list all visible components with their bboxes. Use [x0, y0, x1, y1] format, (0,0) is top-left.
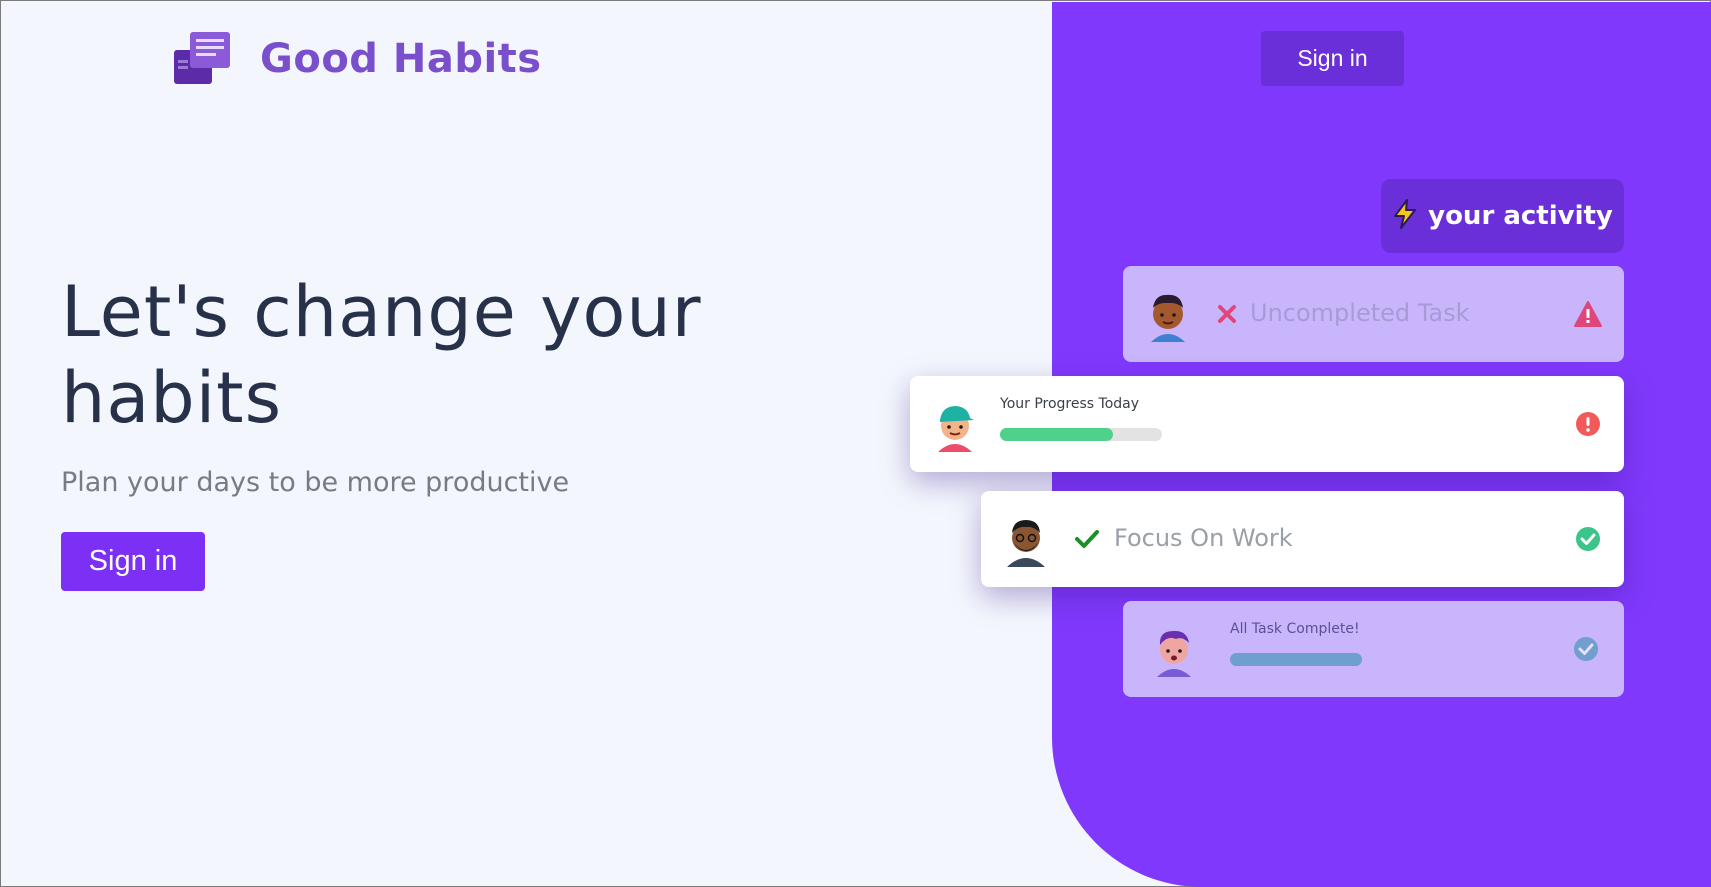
header-signin-button[interactable]: Sign in	[1261, 31, 1404, 86]
avatar	[1149, 621, 1199, 679]
lightning-bolt-icon	[1392, 198, 1418, 234]
avatar	[930, 396, 980, 454]
all-task-complete-card: All Task Complete!	[1123, 601, 1624, 697]
avatar	[1143, 286, 1193, 344]
progress-today-title: Your Progress Today	[1000, 396, 1140, 412]
all-task-complete-title: All Task Complete!	[1230, 621, 1360, 637]
alert-circle-icon	[1575, 411, 1601, 437]
all-task-complete-bar	[1230, 653, 1362, 666]
brand-name: Good Habits	[260, 36, 542, 82]
brand-logo[interactable]: Good Habits	[174, 30, 542, 88]
check-circle-icon	[1575, 526, 1601, 552]
progress-today-fill	[1000, 428, 1114, 441]
check-circle-icon	[1573, 636, 1599, 662]
hero-signin-button[interactable]: Sign in	[61, 532, 205, 591]
avatar	[1001, 511, 1051, 569]
activity-badge: your activity	[1381, 179, 1624, 253]
all-task-complete-fill	[1230, 653, 1362, 666]
progress-today-bar	[1000, 428, 1162, 441]
warning-triangle-icon	[1573, 300, 1602, 327]
uncompleted-task-title: Uncompleted Task	[1250, 299, 1470, 327]
activity-label: your activity	[1428, 201, 1613, 231]
focus-on-work-card: Focus On Work	[981, 491, 1624, 587]
hero-subtitle: Plan your days to be more productive	[61, 467, 570, 498]
focus-on-work-title: Focus On Work	[1114, 524, 1293, 552]
hero-title: Let's change your habits	[61, 271, 702, 439]
checkmark-icon	[1074, 528, 1099, 550]
uncompleted-task-card: Uncompleted Task	[1123, 266, 1624, 362]
stacked-notes-icon	[174, 30, 234, 88]
progress-today-card: Your Progress Today	[910, 376, 1624, 472]
x-icon	[1216, 303, 1238, 325]
